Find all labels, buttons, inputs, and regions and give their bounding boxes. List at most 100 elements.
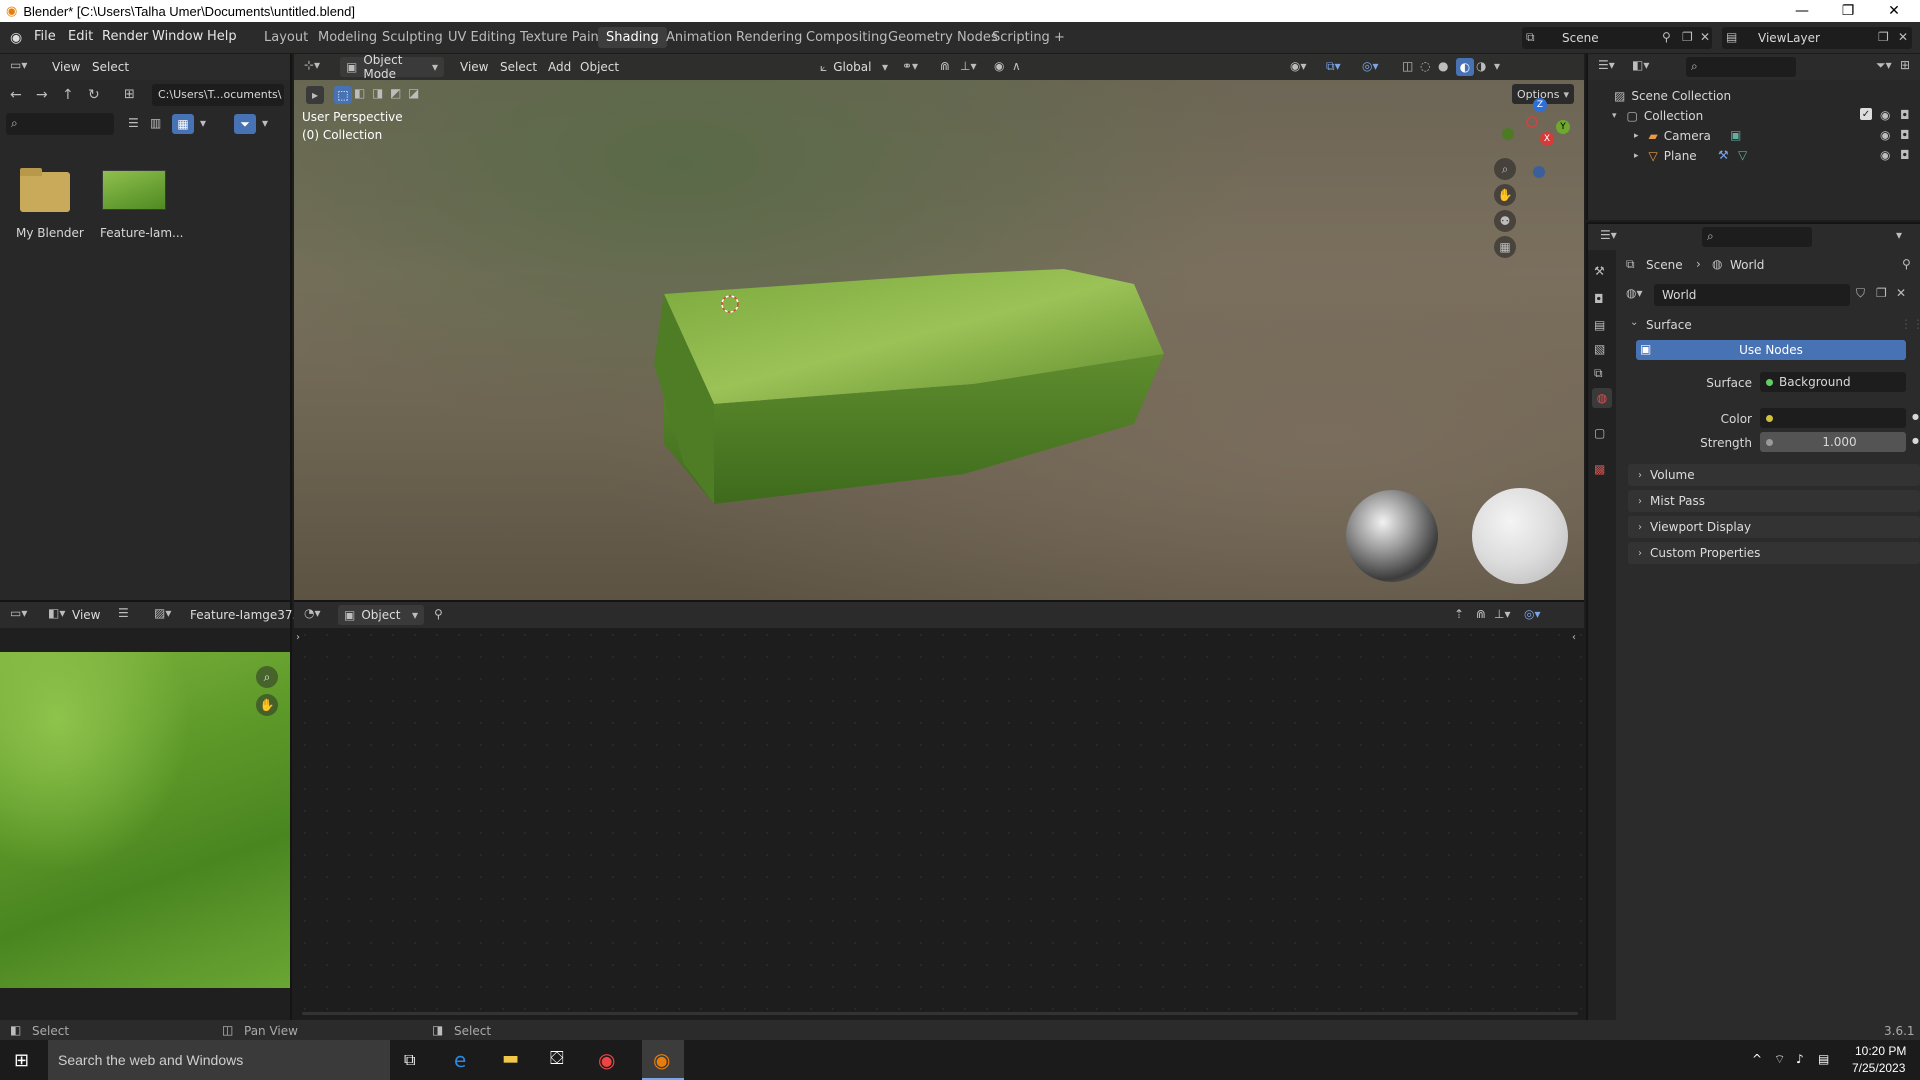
taskbar-search-box[interactable]: Search the web and Windows [48,1040,390,1080]
perspective-grid-icon[interactable]: ▦ [1494,236,1516,258]
scene-tab-icon[interactable]: ⧉ [1594,366,1603,381]
world-tab-icon[interactable]: ◍ [1592,388,1612,408]
camera-render-icon[interactable]: ◘ [1900,108,1910,122]
3d-cursor-icon[interactable] [718,292,742,316]
image-name-field[interactable]: Feature-Iamge37.jp [190,608,307,622]
action-center-icon[interactable]: ▤ [1818,1052,1829,1066]
keyframe-dot-icon[interactable]: ● [1912,412,1919,421]
select-tool-icon[interactable]: ▸ [306,86,324,104]
tab-shading[interactable]: Shading [598,27,667,48]
outliner-row-scene-collection[interactable]: ▨ Scene Collection [1588,86,1920,106]
viewport-display-panel-header[interactable]: › Viewport Display [1628,516,1920,538]
3d-viewport[interactable]: ⊹▾ ▣ Object Mode ▾ View Select Add Objec… [294,54,1584,600]
delete-viewlayer-icon[interactable]: ✕ [1898,30,1908,44]
select-extend-icon[interactable]: ◧ [354,86,365,100]
editor-type-icon[interactable]: ▭▾ [10,58,27,72]
menu-file[interactable]: File [34,29,56,44]
toolbar-expand-icon[interactable]: › [296,632,300,643]
mode-dropdown[interactable]: ▣ Object Mode ▾ [340,54,444,81]
expand-right-icon[interactable]: ▸ [1634,151,1639,161]
restore-button[interactable]: ❐ [1826,0,1870,22]
custom-properties-panel-header[interactable]: › Custom Properties [1628,542,1920,564]
outliner-row-camera[interactable]: ▸ ▰ Camera ▣ ◉ ◘ [1588,126,1920,146]
menu-edit[interactable]: Edit [68,29,93,44]
editor-type-icon[interactable]: ☰▾ [1600,228,1617,242]
world-browse-icon[interactable]: ◍▾ [1626,286,1643,300]
falloff-icon[interactable]: ∧ [1012,59,1021,73]
outliner-search-input[interactable]: ⌕ [1686,57,1796,77]
camera-render-icon[interactable]: ◘ [1900,148,1910,162]
ie-menu-view[interactable]: View [72,608,100,622]
camera-view-icon[interactable]: ⚉ [1494,210,1516,232]
task-view-icon[interactable]: ⧉ [404,1050,415,1070]
vp-menu-select[interactable]: Select [500,60,537,74]
gizmo-z-axis[interactable]: Z [1533,98,1547,112]
surface-panel-header[interactable]: ⌄ Surface ⋮⋮ [1624,314,1920,336]
menu-render[interactable]: Render [102,29,148,44]
new-collection-icon[interactable]: ⊞ [1900,58,1910,72]
new-viewlayer-icon[interactable]: ❐ [1878,30,1889,44]
snap-icon[interactable]: ⋒ [1476,607,1486,621]
hamburger-menu-icon[interactable]: ☰ [118,606,129,620]
display-mode-icon[interactable]: ◧▾ [1632,58,1649,72]
pin-icon[interactable]: ⚲ [1662,30,1671,44]
view-layer-tab-icon[interactable]: ▧ [1594,342,1605,356]
menu-window[interactable]: Window [152,29,203,44]
grass-plane-object[interactable] [654,264,1294,564]
file-explorer-icon[interactable]: ▬ [502,1048,519,1069]
editor-type-icon[interactable]: ▭▾ [10,606,27,620]
fb-search-input[interactable]: ⌕ [6,113,114,135]
wireframe-shading-icon[interactable]: ◌ [1420,59,1430,73]
drag-handle-icon[interactable]: ⋮⋮ [1900,317,1920,331]
menu-help[interactable]: Help [207,29,237,44]
windows-start-icon[interactable]: ⊞ [14,1050,29,1071]
pin-icon[interactable]: ⚲ [1902,257,1911,271]
close-button[interactable]: ✕ [1872,0,1916,22]
snap-target-icon[interactable]: ⊥▾ [960,59,976,73]
texture-tab-icon[interactable]: ▩ [1594,462,1605,476]
store-icon[interactable]: ⛋ [550,1048,564,1069]
editor-type-icon[interactable]: ☰▾ [1598,58,1615,72]
minimize-button[interactable]: — [1780,0,1824,22]
clock-date[interactable]: 7/25/2023 [1852,1061,1905,1075]
volume-panel-header[interactable]: › Volume [1628,464,1920,486]
image-mode-icon[interactable]: ◧▾ [48,606,65,620]
parent-dir-icon[interactable]: ↑ [62,87,74,103]
material-shading-icon[interactable]: ◐ [1456,58,1474,76]
new-scene-icon[interactable]: ❐ [1682,30,1693,44]
path-field[interactable]: C:\Users\T...ocuments\ [152,84,284,106]
pin-icon[interactable]: ⚲ [434,607,443,621]
xray-icon[interactable]: ◫ [1402,59,1413,73]
use-nodes-button[interactable]: ▣ Use Nodes [1636,340,1906,360]
snap-icon[interactable]: ⋒ [940,59,950,73]
sidebar-expand-icon[interactable]: ‹ [1572,632,1576,643]
vp-menu-view[interactable]: View [460,60,488,74]
outliner-row-collection[interactable]: ▾ ▢ Collection ✓ ◉ ◘ [1588,106,1920,126]
gizmo-toggle-icon[interactable]: ⧉▾ [1326,59,1341,74]
color-field[interactable] [1760,408,1906,428]
filter-options-icon[interactable]: ▾ [262,116,268,130]
fb-menu-view[interactable]: View [52,60,80,74]
viewlayer-selector[interactable]: ▤ ViewLayer ❐ ✕ [1722,27,1912,49]
snap-target-icon[interactable]: ⊥▾ [1494,607,1510,621]
back-icon[interactable]: ← [10,87,22,103]
display-options-icon[interactable]: ▾ [200,116,206,130]
fake-user-shield-icon[interactable]: ⛉ [1856,286,1865,301]
modifier-wrench-icon[interactable]: ⚒ [1718,148,1729,162]
edge-browser-icon[interactable]: e [454,1048,466,1072]
eye-icon[interactable]: ◉ [1880,108,1890,122]
collection-tab-icon[interactable]: ▢ [1594,426,1605,440]
world-name-field[interactable]: World [1654,284,1850,306]
proportional-edit-icon[interactable]: ◉ [994,59,1004,73]
gizmo-neg-x-axis[interactable] [1526,116,1538,128]
tool-tab-icon[interactable]: ⚒ [1594,264,1605,278]
new-folder-icon[interactable]: ⊞ [124,87,135,102]
clock-time[interactable]: 10:20 PM [1855,1044,1906,1058]
list-horizontal-icon[interactable]: ▥ [150,116,161,130]
editor-type-icon[interactable]: ◔▾ [304,606,321,620]
pan-hand-icon[interactable]: ✋ [1494,184,1516,206]
transform-orientation[interactable]: ⟀ Global ▾ [814,57,894,77]
expand-down-icon[interactable]: ▾ [1612,111,1617,121]
pan-hand-icon[interactable]: ✋ [256,694,278,716]
render-tab-icon[interactable]: ◘ [1594,292,1604,306]
